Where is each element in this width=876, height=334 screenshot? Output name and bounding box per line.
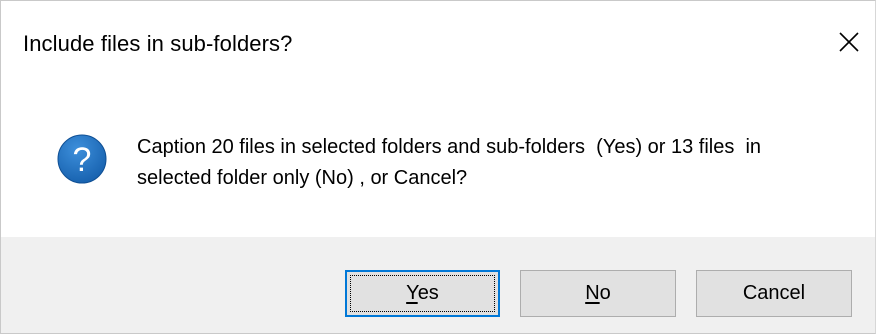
cancel-label: Cancel xyxy=(742,282,806,304)
message-line-2: selected folder only (No) , or Cancel? xyxy=(137,167,468,189)
close-button[interactable] xyxy=(823,15,875,69)
yes-label-rest: es xyxy=(417,282,439,304)
no-mnemonic: N xyxy=(585,282,600,304)
cancel-button[interactable]: Cancel xyxy=(696,270,852,317)
close-icon xyxy=(839,32,859,52)
dialog-title: Include files in sub-folders? xyxy=(23,31,293,56)
no-label: No xyxy=(585,282,611,305)
message-dialog: Include files in sub-folders? ? Caption … xyxy=(0,0,876,334)
button-bar: Yes No Cancel xyxy=(1,237,875,333)
question-icon: ? xyxy=(57,134,107,184)
message-line-1: Caption 20 files in selected folders and… xyxy=(137,136,762,158)
no-label-rest: o xyxy=(599,282,611,304)
title-bar: Include files in sub-folders? xyxy=(1,1,875,89)
yes-label: Yes xyxy=(406,282,439,305)
dialog-content: ? Caption 20 files in selected folders a… xyxy=(1,89,875,237)
yes-mnemonic: Y xyxy=(406,282,418,304)
yes-button[interactable]: Yes xyxy=(345,270,500,317)
svg-text:?: ? xyxy=(73,141,92,179)
no-button[interactable]: No xyxy=(520,270,676,317)
dialog-message: Caption 20 files in selected folders and… xyxy=(137,132,857,194)
